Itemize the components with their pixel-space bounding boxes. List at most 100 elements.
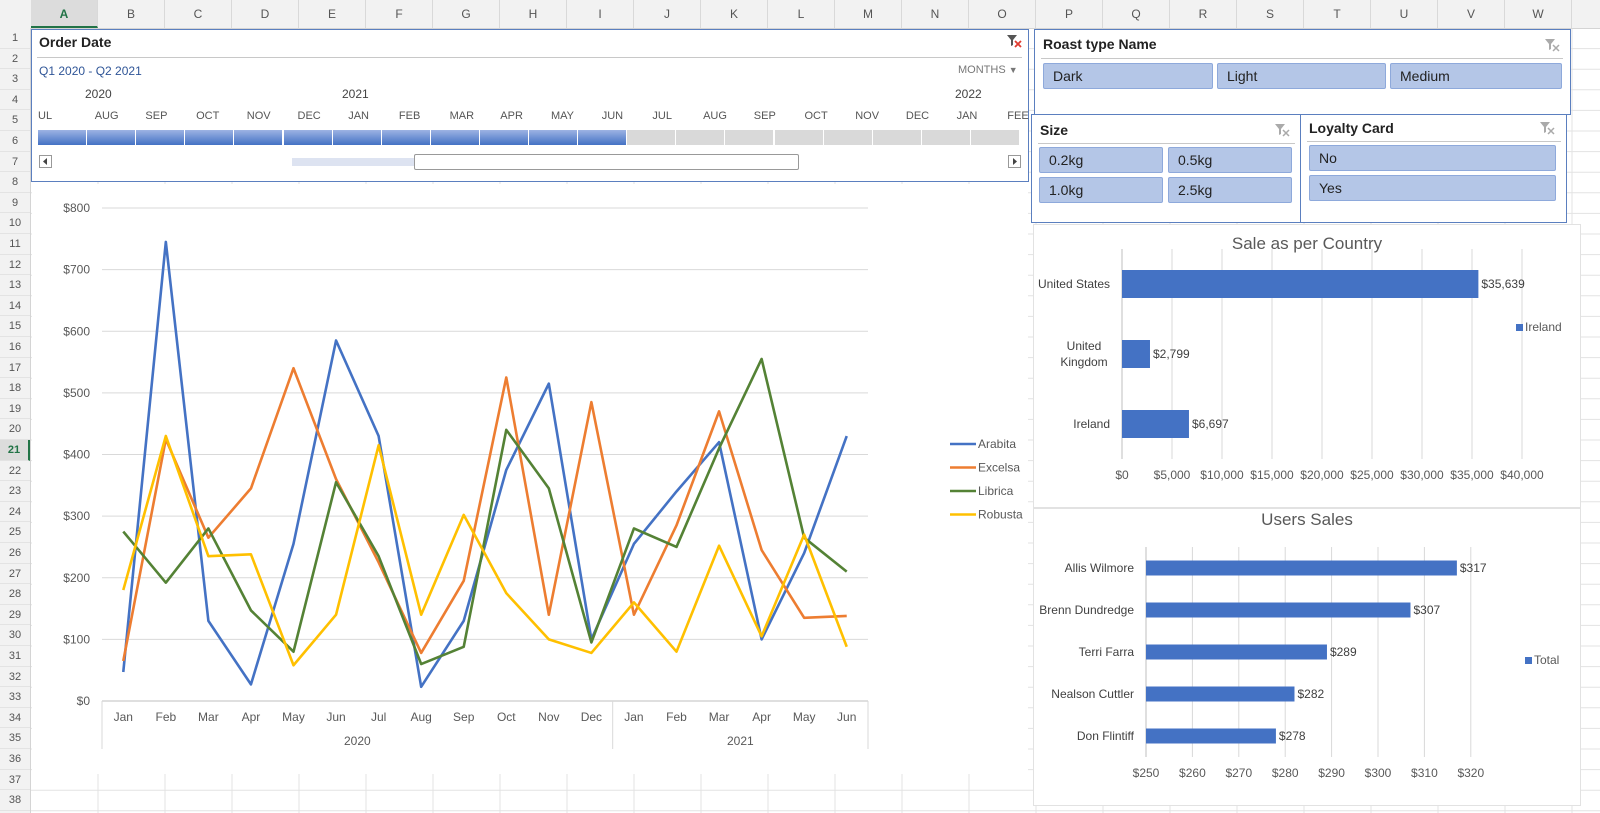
bar[interactable]	[1146, 644, 1327, 660]
column-header[interactable]: F	[366, 0, 433, 28]
row-header[interactable]: 19	[0, 399, 30, 420]
column-header[interactable]: L	[768, 0, 835, 28]
row-header[interactable]: 6	[0, 131, 30, 152]
row-header[interactable]: 17	[0, 358, 30, 379]
timeline-month-label[interactable]: JAN	[957, 110, 978, 122]
row-header[interactable]: 25	[0, 522, 30, 543]
timeline-segment[interactable]	[823, 130, 872, 145]
timeline-segment-selected[interactable]	[283, 130, 332, 145]
column-header[interactable]: W	[1505, 0, 1572, 28]
timeline-segment[interactable]	[970, 130, 1019, 145]
slicer-item-yes[interactable]: Yes	[1309, 175, 1556, 201]
clear-filter-icon[interactable]	[1274, 123, 1290, 137]
timeline-segment[interactable]	[774, 130, 823, 145]
timeline-segment[interactable]	[676, 130, 725, 145]
bar[interactable]	[1122, 270, 1479, 298]
bar[interactable]	[1122, 340, 1150, 368]
row-header[interactable]: 26	[0, 543, 30, 564]
column-header[interactable]: B	[98, 0, 165, 28]
timeline-month-label[interactable]: MAY	[551, 110, 574, 122]
timeline-segment-selected[interactable]	[430, 130, 479, 145]
period-selector[interactable]: MONTHS ▼	[958, 64, 1018, 76]
row-header[interactable]: 16	[0, 337, 30, 358]
column-header[interactable]: K	[701, 0, 768, 28]
row-header[interactable]: 31	[0, 646, 30, 667]
row-header[interactable]: 2	[0, 49, 30, 70]
timeline-month-label[interactable]: NOV	[855, 110, 879, 122]
column-header[interactable]: U	[1371, 0, 1438, 28]
column-header[interactable]: H	[500, 0, 567, 28]
clear-filter-icon[interactable]	[1539, 121, 1555, 135]
row-header[interactable]: 10	[0, 213, 30, 234]
timeline-segment[interactable]	[921, 130, 970, 145]
timeline-month-label[interactable]: DEC	[906, 110, 929, 122]
row-header[interactable]: 3	[0, 69, 30, 90]
timeline-segment-selected[interactable]	[529, 130, 578, 145]
column-header[interactable]: V	[1438, 0, 1505, 28]
bar[interactable]	[1146, 602, 1411, 618]
slicer-item-0-2kg[interactable]: 0.2kg	[1039, 147, 1163, 173]
column-header[interactable]: G	[433, 0, 500, 28]
column-header[interactable]: J	[634, 0, 701, 28]
timeline-month-label[interactable]: SEP	[145, 110, 167, 122]
column-header[interactable]: P	[1036, 0, 1103, 28]
row-header[interactable]: 37	[0, 770, 30, 791]
row-header[interactable]: 21	[0, 440, 30, 461]
row-header[interactable]: 22	[0, 461, 30, 482]
row-header[interactable]: 32	[0, 667, 30, 688]
bar[interactable]	[1146, 686, 1295, 702]
column-header[interactable]: Q	[1103, 0, 1170, 28]
timeline-month-label[interactable]: JUL	[652, 110, 672, 122]
timeline-month-label[interactable]: SEP	[754, 110, 776, 122]
timeline-month-label[interactable]: NOV	[247, 110, 271, 122]
timeline-segment-selected[interactable]	[87, 130, 136, 145]
row-header[interactable]: 36	[0, 749, 30, 770]
clear-filter-icon[interactable]	[1544, 38, 1560, 52]
timeline-month-label[interactable]: FEE	[1007, 110, 1028, 122]
row-header[interactable]: 20	[0, 419, 30, 440]
timeline-segment-selected[interactable]	[136, 130, 185, 145]
timeline-segment[interactable]	[725, 130, 774, 145]
slicer-item-dark[interactable]: Dark	[1043, 63, 1213, 89]
timeline-segment-selected[interactable]	[234, 130, 283, 145]
row-header[interactable]: 4	[0, 90, 30, 111]
column-header[interactable]: C	[165, 0, 232, 28]
row-header[interactable]: 28	[0, 584, 30, 605]
timeline-month-label[interactable]: DEC	[298, 110, 321, 122]
column-header[interactable]: I	[567, 0, 634, 28]
timeline-segment[interactable]	[872, 130, 921, 145]
timeline-month-label[interactable]: OCT	[196, 110, 219, 122]
column-header[interactable]: D	[232, 0, 299, 28]
row-header[interactable]: 12	[0, 255, 30, 276]
row-header[interactable]: 30	[0, 625, 30, 646]
line-chart-sales[interactable]: $0 $100 $200 $300 $400 $500 $600 $700 $800 Jan Feb…	[32, 184, 1028, 774]
timeline-month-label[interactable]: MAR	[450, 110, 474, 122]
bar[interactable]	[1146, 560, 1457, 576]
timeline-segment-selected[interactable]	[38, 130, 87, 145]
timeline-segment-selected[interactable]	[479, 130, 528, 145]
timeline-month-label[interactable]: FEB	[399, 110, 420, 122]
column-header[interactable]: T	[1304, 0, 1371, 28]
bar[interactable]	[1122, 410, 1189, 438]
timeline-segment-selected[interactable]	[381, 130, 430, 145]
timeline-month-label[interactable]: AUG	[703, 110, 727, 122]
row-header[interactable]: 38	[0, 790, 30, 811]
bar-chart-users[interactable]: Users Sales $250 $260 $270 $280 $290 $300 $310 $…	[1033, 508, 1581, 806]
column-header[interactable]: N	[902, 0, 969, 28]
bar-chart-country[interactable]: Sale as per Country $0 $5,000 $10,000 $15,00…	[1033, 224, 1581, 508]
timeline-segment-selected[interactable]	[185, 130, 234, 145]
column-header[interactable]: S	[1237, 0, 1304, 28]
series-line-arabita[interactable]	[121, 240, 848, 689]
timeline-segment[interactable]	[627, 130, 676, 145]
row-header[interactable]: 35	[0, 728, 30, 749]
slicer-item-no[interactable]: No	[1309, 145, 1556, 171]
row-header[interactable]: 18	[0, 378, 30, 399]
row-header[interactable]: 8	[0, 172, 30, 193]
row-header[interactable]: 29	[0, 605, 30, 626]
row-header[interactable]: 1	[0, 28, 30, 49]
timeline-month-label[interactable]: OCT	[805, 110, 828, 122]
row-header[interactable]: 13	[0, 275, 30, 296]
timeline-month-label[interactable]: AUG	[95, 110, 119, 122]
bar[interactable]	[1146, 728, 1276, 744]
row-header[interactable]: 7	[0, 152, 30, 173]
